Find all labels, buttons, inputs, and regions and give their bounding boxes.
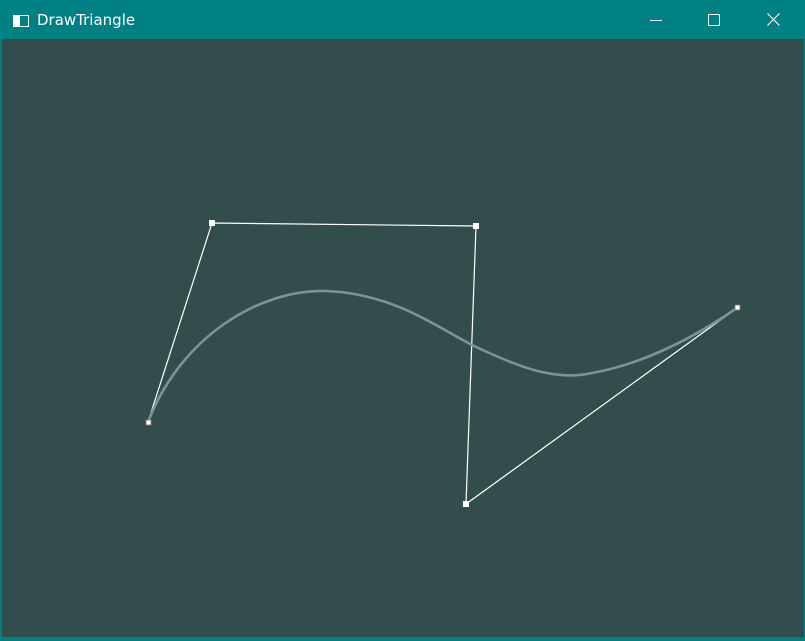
control-point[interactable] <box>473 223 479 229</box>
control-point[interactable] <box>209 220 215 226</box>
app-window-icon <box>13 12 29 27</box>
close-button[interactable] <box>744 1 802 38</box>
minimize-button[interactable] <box>627 1 685 38</box>
window-title: DrawTriangle <box>37 11 136 29</box>
control-point[interactable] <box>145 419 152 426</box>
control-point[interactable] <box>463 501 469 507</box>
title-bar[interactable]: DrawTriangle <box>1 1 804 38</box>
maximize-button[interactable] <box>685 1 743 38</box>
render-area[interactable] <box>2 39 804 637</box>
close-icon <box>766 13 780 26</box>
scene-canvas[interactable] <box>2 39 804 637</box>
control-point[interactable] <box>734 304 741 311</box>
app-window: DrawTriangle <box>0 0 805 641</box>
minimize-icon <box>650 14 662 26</box>
bezier-curve <box>146 289 739 424</box>
control-polygon <box>147 222 738 506</box>
maximize-icon <box>708 13 720 26</box>
